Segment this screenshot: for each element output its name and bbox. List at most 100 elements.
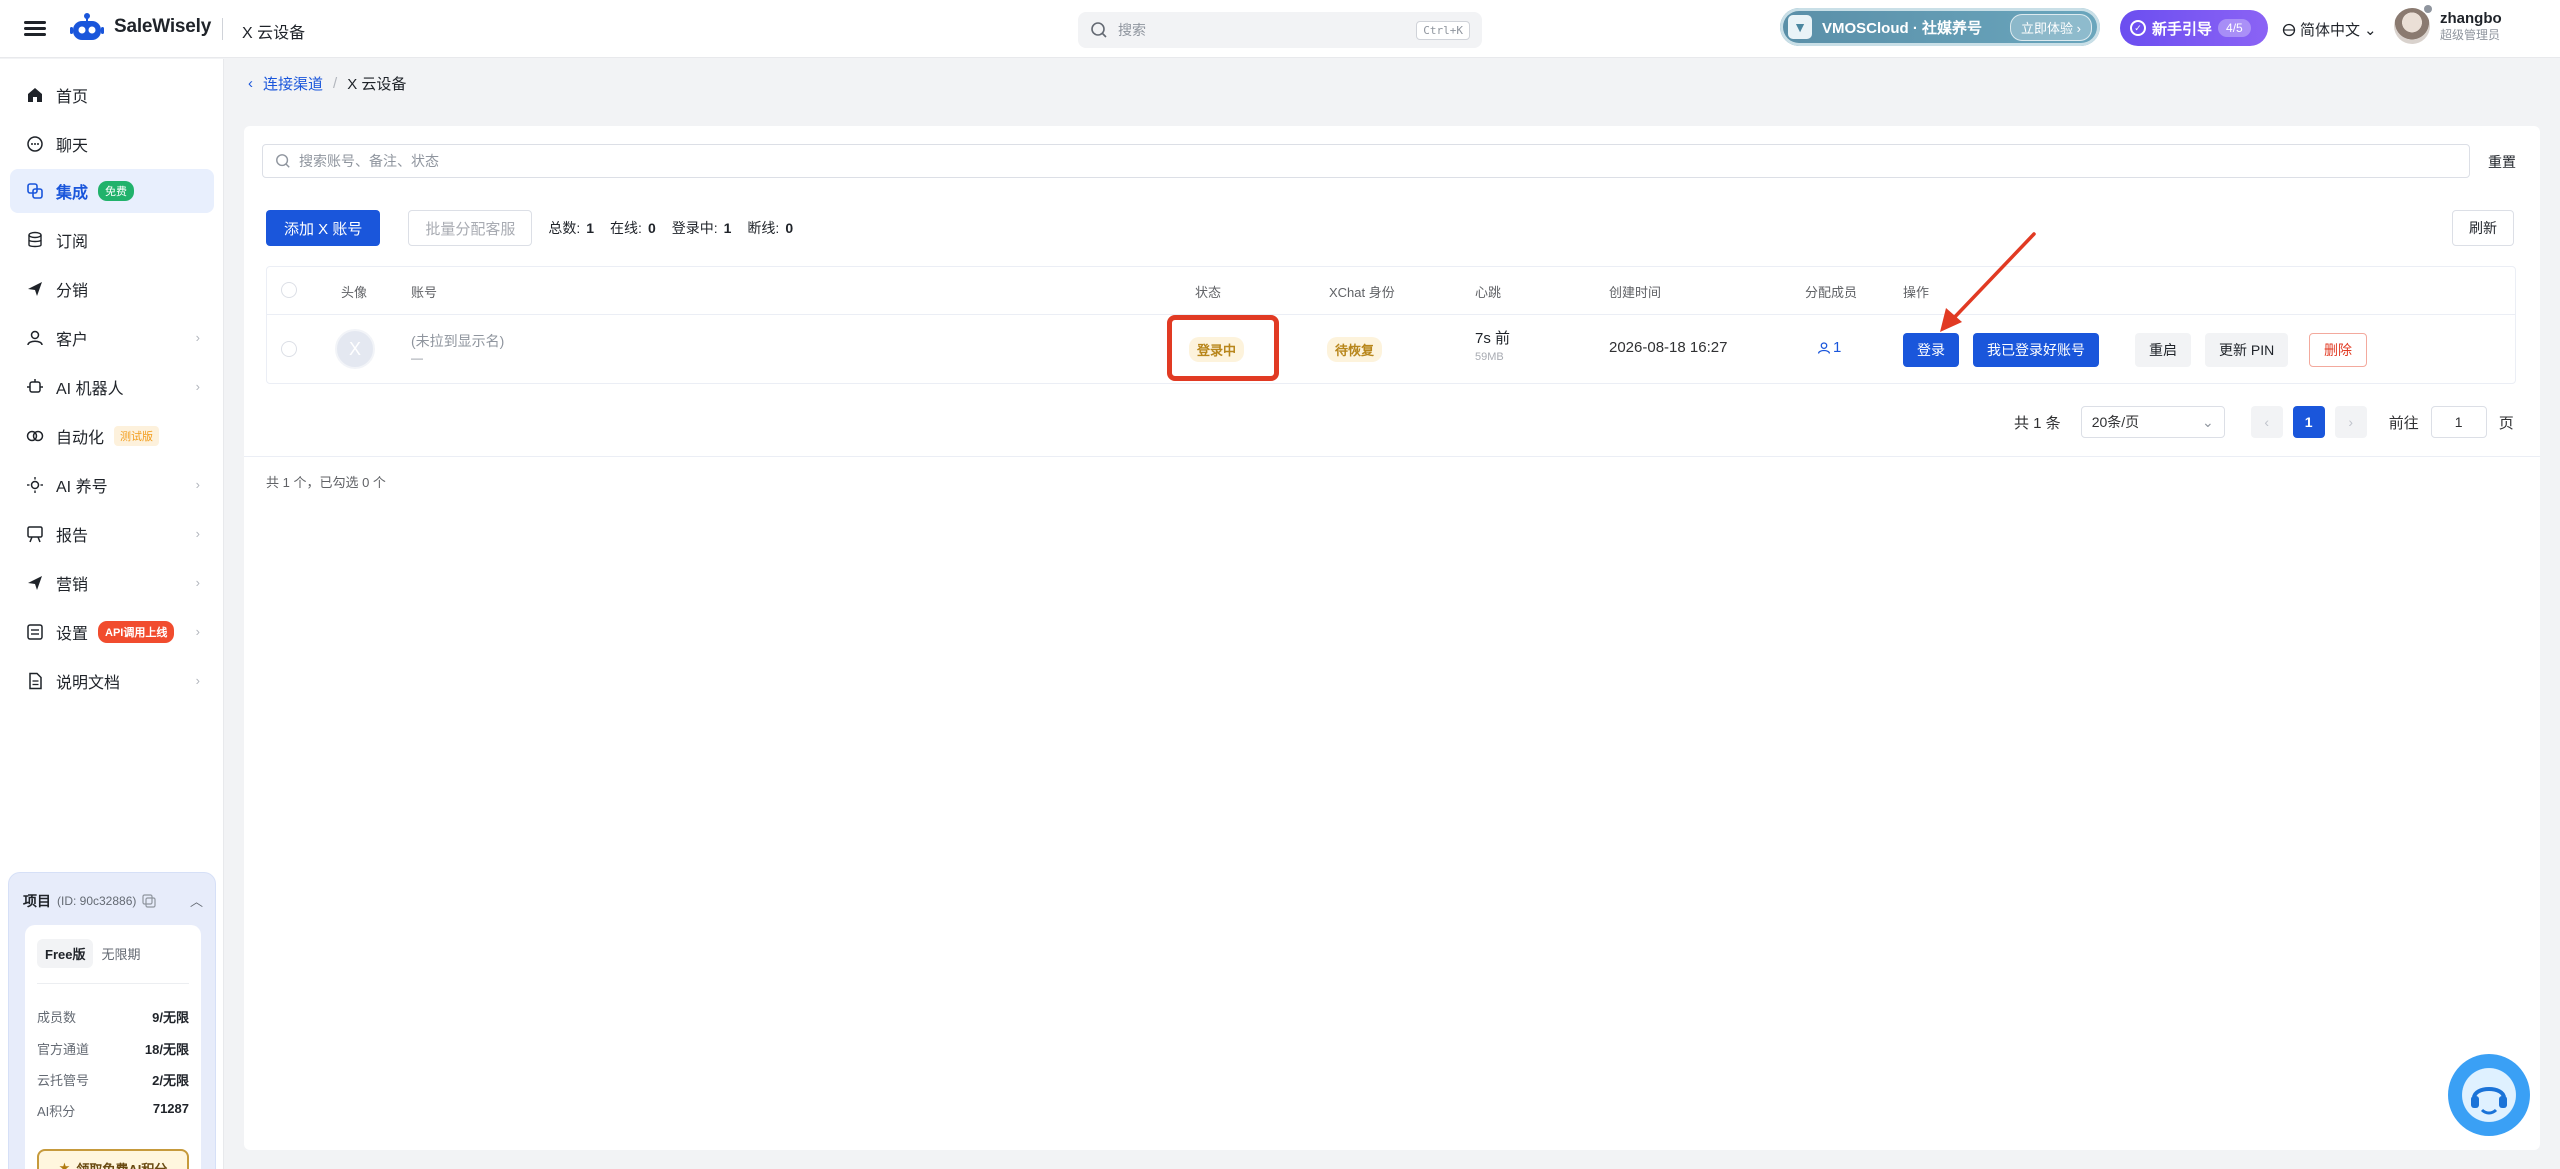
sidebar-item-ai-robot[interactable]: AI 机器人 › [10, 365, 214, 409]
sidebar-item-label: 聊天 [56, 138, 89, 155]
headset-icon [2471, 1087, 2507, 1115]
sidebar-item-customers[interactable]: 客户 › [10, 316, 214, 360]
plan-badge: Free版 [37, 939, 94, 968]
sidebar-item-reports[interactable]: 报告 › [10, 512, 214, 556]
column-header-xchat: XChat 身份 [1329, 285, 1395, 300]
delete-button[interactable]: 删除 [2309, 333, 2367, 367]
search-placeholder: 搜索 [1118, 22, 1146, 38]
sidebar-item-ai-nurture[interactable]: AI 养号 › [10, 463, 214, 507]
column-header-actions: 操作 [1903, 285, 1930, 300]
sidebar-item-label: 设置 [56, 626, 89, 643]
chevron-right-icon: › [195, 379, 200, 394]
global-search[interactable]: 搜索 Ctrl+K [1078, 12, 1482, 48]
claim-ai-credits-button[interactable]: ★ 领取免费AI积分 [37, 1149, 189, 1169]
chevron-right-icon: › [195, 575, 200, 590]
login-button[interactable]: 登录 [1903, 333, 1959, 367]
globe-icon [2282, 23, 2296, 36]
promo-text: VMOSCloud · 社媒养号 [1822, 19, 1982, 37]
send-icon [24, 572, 46, 594]
onboarding-guide-button[interactable]: ✓ 新手引导 4/5 [2120, 10, 2268, 46]
brand-logo[interactable]: SaleWisely [70, 12, 211, 42]
sidebar-item-home[interactable]: 首页 [10, 73, 214, 117]
assigned-members[interactable]: 1 [1817, 339, 1841, 356]
sidebar-item-label: 报告 [56, 528, 89, 545]
prev-page-button[interactable]: ‹ [2250, 406, 2283, 438]
send-icon [24, 278, 46, 300]
heartbeat-memory: 59MB [1475, 351, 1504, 363]
database-icon [24, 229, 46, 251]
support-chat-button[interactable] [2448, 1054, 2530, 1136]
sidebar-item-label: 自动化 [56, 430, 105, 447]
refresh-button[interactable]: 刷新 [2452, 210, 2514, 246]
vmos-icon: ▼ [1788, 15, 1812, 39]
page-suffix: 页 [2498, 414, 2514, 432]
count-online: 在线: 0 [610, 220, 656, 236]
sidebar-item-marketing[interactable]: 营销 › [10, 561, 214, 605]
already-logged-in-button[interactable]: 我已登录好账号 [1973, 333, 2099, 367]
chevron-down-icon: ⌄ [2201, 413, 2214, 430]
column-header-avatar: 头像 [341, 285, 368, 300]
avatar: X [335, 329, 375, 369]
robot-icon [24, 376, 46, 398]
row-checkbox[interactable] [281, 341, 297, 357]
page-size-select[interactable]: 20条/页 ⌄ [2080, 406, 2225, 438]
language-selector[interactable]: 简体中文 ⌄ [2282, 19, 2377, 40]
toolbar: 添加 X 账号 批量分配客服 总数: 1 在线: 0 登录中: 1 断线: 0 [266, 210, 793, 246]
accounts-table: 头像 账号 状态 XChat 身份 心跳 创建时间 分配成员 操作 X (未拉到… [266, 266, 2516, 384]
goto-page-input[interactable]: 1 [2430, 406, 2487, 438]
stat-ai-credits: AI积分 71287 [37, 1101, 189, 1119]
sidebar-item-settings[interactable]: 设置 API调用上线 › [10, 610, 214, 654]
user-menu[interactable]: zhangbo 超级管理员 [2394, 5, 2502, 44]
count-total: 总数: 1 [548, 220, 595, 236]
batch-assign-button[interactable]: 批量分配客服 [408, 210, 533, 246]
promo-banner[interactable]: ▼ VMOSCloud · 社媒养号 立即体验 › [1780, 8, 2100, 46]
account-search-input[interactable]: 搜索账号、备注、状态 [262, 144, 2470, 178]
stat-cloud-accounts: 云托管号 2/无限 [37, 1073, 189, 1088]
sidebar-item-automation[interactable]: 自动化 测试版 [10, 414, 214, 458]
select-all-checkbox[interactable] [281, 282, 297, 298]
home-icon [24, 84, 46, 106]
sidebar-item-docs[interactable]: 说明文档 › [10, 659, 214, 703]
status-badge: 登录中 [1189, 337, 1245, 362]
reset-button[interactable]: 重置 [2488, 152, 2516, 172]
sidebar-item-label: 说明文档 [56, 675, 121, 692]
project-panel: 项目 (ID: 90c32886) ︿ Free版 无限期 成员数 9/无限 官方… [8, 872, 216, 1169]
add-x-account-button[interactable]: 添加 X 账号 [266, 210, 381, 246]
chat-icon [24, 133, 46, 155]
count-offline: 断线: 0 [747, 220, 794, 236]
chevron-right-icon: › [195, 477, 200, 492]
goto-label: 前往 [2388, 414, 2419, 432]
back-chevron-icon[interactable]: ‹ [248, 75, 253, 92]
copy-icon[interactable] [142, 894, 156, 908]
promo-try-button[interactable]: 立即体验 › [2010, 13, 2092, 41]
top-bar: SaleWisely X 云设备 搜索 Ctrl+K ▼ VMOSCloud ·… [0, 0, 2560, 58]
sidebar-item-distribution[interactable]: 分销 [10, 267, 214, 311]
sidebar-item-subscription[interactable]: 订阅 [10, 218, 214, 262]
guide-label: 新手引导 [2152, 20, 2213, 38]
menu-icon[interactable] [24, 18, 46, 40]
integration-icon [24, 180, 46, 202]
restart-button[interactable]: 重启 [2135, 333, 2191, 367]
chevron-up-icon[interactable]: ︿ [190, 891, 203, 910]
report-icon [24, 523, 46, 545]
update-pin-button[interactable]: 更新 PIN [2205, 333, 2289, 367]
sidebar-item-integration[interactable]: 集成 免费 [10, 169, 214, 213]
breadcrumb: ‹ 连接渠道 / X 云设备 [248, 73, 406, 94]
free-badge: 免费 [98, 181, 135, 201]
avatar [2394, 5, 2432, 44]
count-logging-in: 登录中: 1 [671, 220, 732, 236]
pagination-total: 共 1 条 [2014, 414, 2061, 432]
project-id: (ID: 90c32886) [57, 894, 137, 908]
next-page-button[interactable]: › [2334, 406, 2367, 438]
chevron-right-icon: › [195, 330, 200, 345]
check-circle-icon: ✓ [2130, 20, 2146, 36]
sidebar-item-label: AI 机器人 [56, 381, 124, 398]
divider [222, 18, 223, 40]
sidebar: 首页 聊天 集成 免费 订阅 分销 客户 › AI 机器人 › 自动化 测试版 … [0, 59, 224, 1169]
column-header-created: 创建时间 [1609, 285, 1662, 300]
page-number[interactable]: 1 [2292, 406, 2325, 438]
breadcrumb-parent-link[interactable]: 连接渠道 [263, 73, 323, 94]
sidebar-item-chat[interactable]: 聊天 [10, 122, 214, 166]
sidebar-item-label: AI 养号 [56, 479, 108, 496]
account-counts: 总数: 1 在线: 0 登录中: 1 断线: 0 [548, 218, 793, 238]
